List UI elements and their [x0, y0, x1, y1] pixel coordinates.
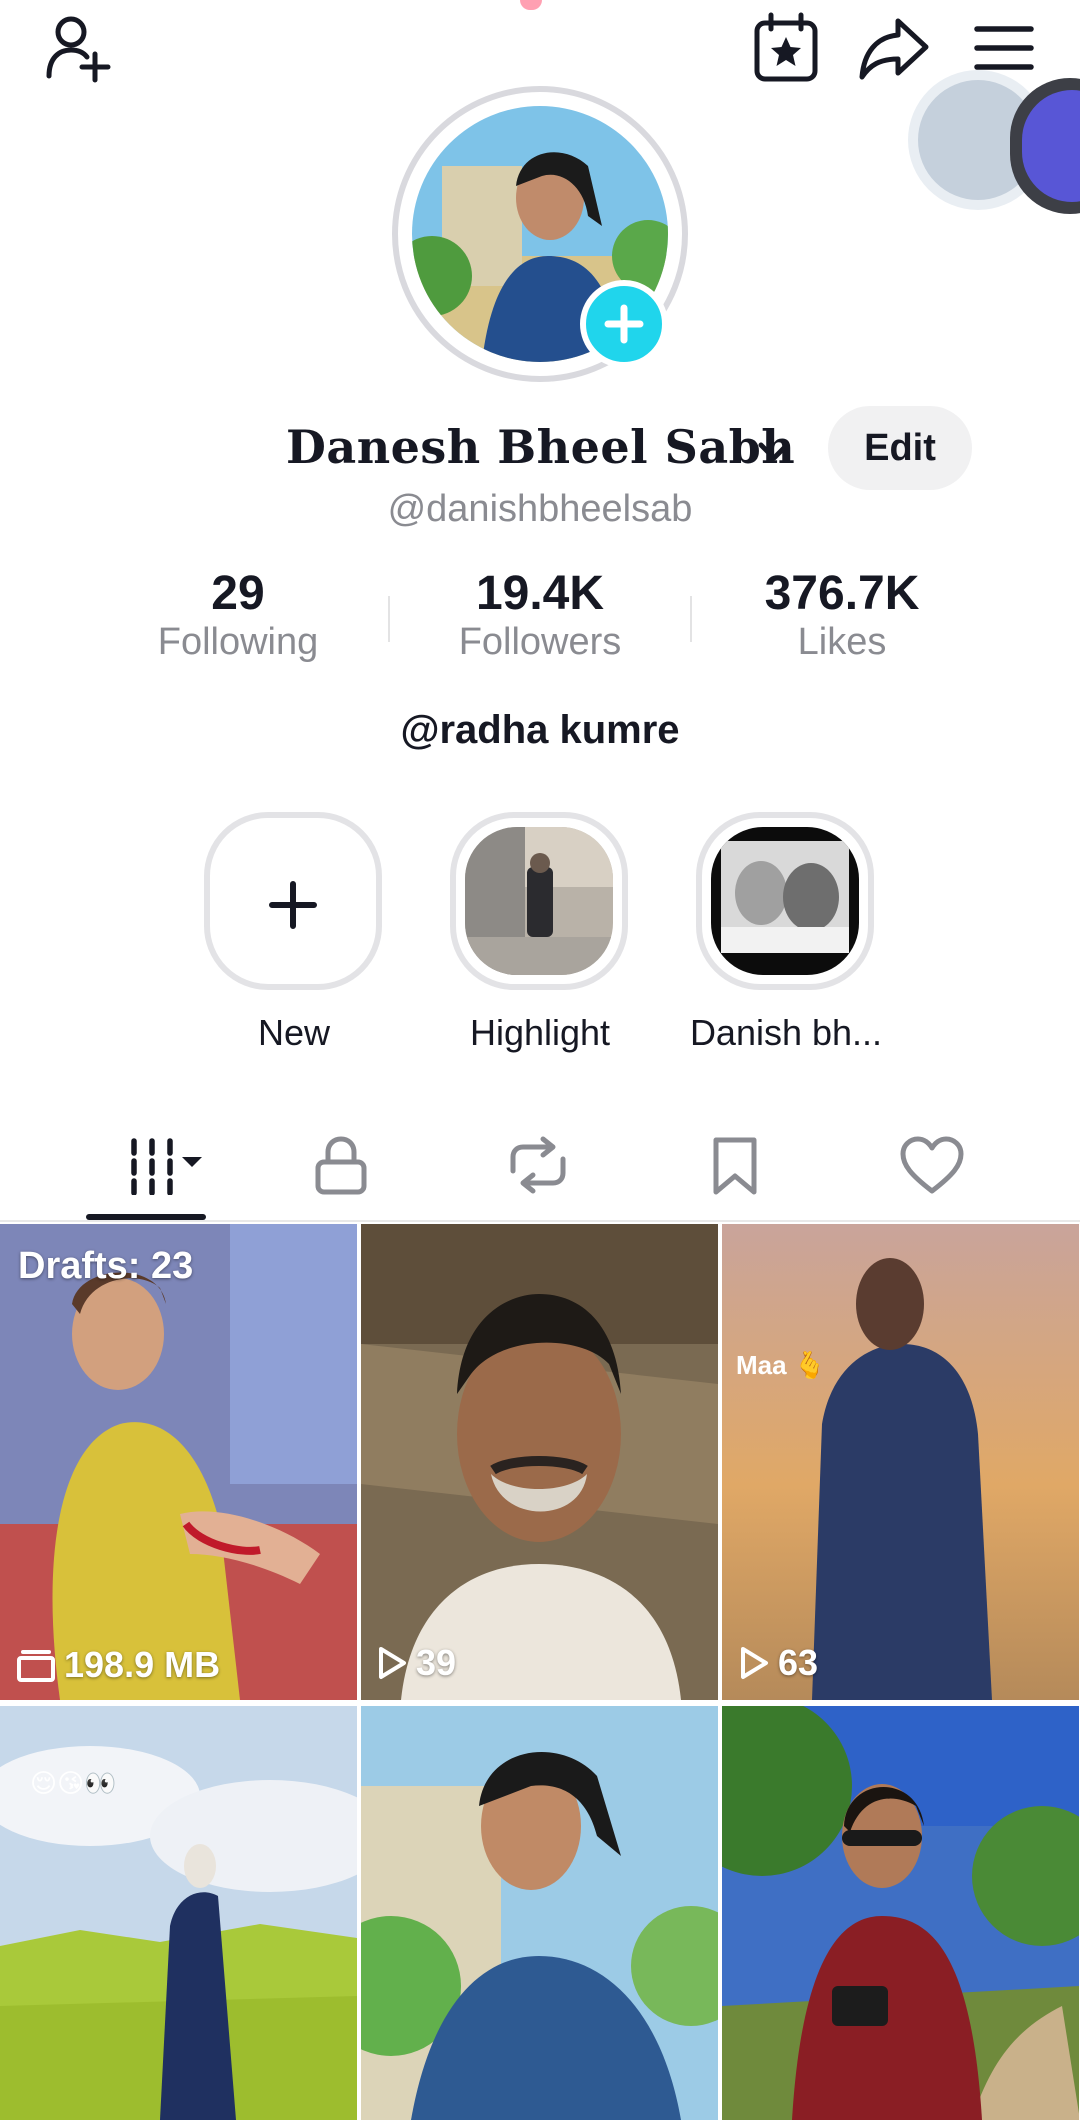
view-count-text: 39 [416, 1642, 457, 1683]
drafts-size-text: 198.9 MB [64, 1644, 221, 1685]
following-label: Following [157, 621, 319, 663]
status-dot [520, 0, 542, 10]
drafts-icon [17, 1650, 55, 1682]
likes-count: 376.7K [764, 567, 920, 620]
likes-label: Likes [797, 621, 887, 663]
grid-icon [131, 1138, 202, 1195]
chevron-down-icon [758, 442, 790, 461]
bookmark-icon [713, 1137, 757, 1195]
tab-favorites[interactable] [675, 1120, 795, 1210]
stat-following[interactable]: 29 Following [88, 566, 388, 676]
new-highlight-plus [248, 860, 338, 950]
video-tile[interactable] [361, 1706, 718, 2120]
repost-icon [510, 1136, 566, 1194]
tab-videos[interactable] [100, 1120, 220, 1210]
plus-icon [269, 881, 317, 929]
play-icon [379, 1647, 406, 1679]
calendar-star-icon [754, 12, 818, 82]
stat-followers[interactable]: 19.4K Followers [390, 566, 690, 676]
video-tile[interactable] [361, 1224, 718, 1700]
drafts-label: Drafts: 23 [18, 1245, 194, 1287]
highlight-label: Highlight [469, 1012, 611, 1053]
followers-count: 19.4K [475, 567, 605, 620]
highlight-label: Danish bh... [689, 1012, 883, 1053]
tab-divider [0, 1220, 1080, 1222]
edit-profile-button[interactable]: Edit [828, 406, 972, 490]
video-tile[interactable] [722, 1706, 1079, 2120]
view-count-text: 63 [778, 1642, 819, 1683]
play-icon [741, 1647, 768, 1679]
video-tile-drafts[interactable] [0, 1224, 357, 1700]
tab-private[interactable] [281, 1120, 401, 1210]
tab-reposts[interactable] [478, 1120, 598, 1210]
view-count: 63 [738, 1642, 818, 1684]
share-profile-button[interactable] [856, 8, 932, 88]
add-story-button[interactable] [580, 280, 668, 368]
display-name[interactable]: Danesh Bheel Sabh [286, 420, 795, 474]
account-switcher-button[interactable] [752, 430, 796, 474]
video-caption: 😌😘👀 [30, 1768, 117, 1798]
video-tile[interactable] [722, 1224, 1079, 1700]
video-caption: Maa 🫰 [736, 1350, 827, 1380]
bio[interactable]: @radha kumre [0, 708, 1080, 753]
highlight-thumbnail [465, 827, 613, 975]
username-handle: @danishbheelsab [387, 488, 693, 530]
menu-icon [974, 26, 1034, 70]
following-count: 29 [211, 567, 265, 620]
plus-icon [604, 304, 644, 344]
calendar-star-button[interactable] [748, 8, 824, 88]
view-count: 39 [376, 1642, 456, 1684]
stat-likes[interactable]: 376.7K Likes [692, 566, 992, 676]
highlight-thumbnail [711, 827, 859, 975]
drafts-size: 198.9 MB [16, 1644, 220, 1686]
tab-liked[interactable] [872, 1120, 992, 1210]
followers-label: Followers [458, 621, 622, 663]
add-friend-button[interactable] [36, 8, 122, 88]
display-name-text: Danesh Bheel Sabh [286, 420, 796, 474]
highlight-label: New [257, 1012, 331, 1053]
heart-icon [900, 1136, 964, 1194]
menu-button[interactable] [966, 8, 1042, 88]
lock-icon [315, 1136, 367, 1195]
share-icon [859, 18, 929, 80]
person-add-icon [46, 16, 111, 83]
